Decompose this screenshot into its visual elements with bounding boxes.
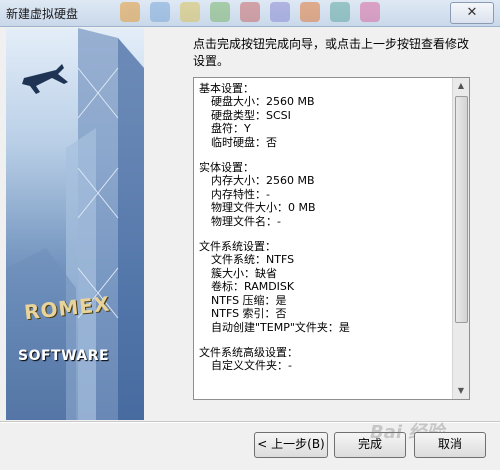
- setting-line: 簇大小：缺省: [211, 266, 277, 280]
- wizard-window: 新建虚拟硬盘 ✕ ROMEX SOFTWARE 点击完成按钮完成向导，或点击上一…: [0, 0, 500, 470]
- setting-line: 物理文件大小：0 MB: [211, 201, 316, 215]
- setting-line: 盘符：Y: [211, 122, 251, 136]
- setting-line: 自动创建"TEMP"文件夹：是: [211, 320, 350, 334]
- wizard-banner-image: ROMEX SOFTWARE: [6, 28, 144, 420]
- instruction-text: 点击完成按钮完成向导，或点击上一步按钮查看修改设置。: [193, 37, 470, 68]
- scroll-down-arrow-icon[interactable]: ▼: [453, 383, 469, 399]
- settings-summary-text: 基本设置： 硬盘大小：2560 MB 硬盘类型：SCSI 盘符：Y 临时硬盘：否…: [199, 82, 449, 373]
- window-title: 新建虚拟硬盘: [6, 7, 79, 21]
- section-title: 文件系统设置：: [199, 240, 276, 254]
- setting-line: 物理文件名：-: [211, 214, 281, 228]
- setting-line: 临时硬盘：否: [211, 135, 277, 149]
- setting-line: 自定义文件夹：-: [211, 359, 292, 373]
- setting-line: 内存特性：-: [211, 187, 270, 201]
- section-title: 基本设置：: [199, 82, 254, 95]
- setting-line: NTFS 索引：否: [211, 307, 287, 321]
- background-taskbar-icons: [120, 2, 420, 22]
- back-button[interactable]: < 上一步(B): [254, 432, 328, 458]
- settings-summary-box[interactable]: 基本设置： 硬盘大小：2560 MB 硬盘类型：SCSI 盘符：Y 临时硬盘：否…: [193, 77, 470, 400]
- setting-line: NTFS 压缩：是: [211, 293, 287, 307]
- software-logo-text: SOFTWARE: [18, 348, 110, 364]
- section-title: 实体设置：: [199, 161, 254, 175]
- vertical-scrollbar[interactable]: ▲ ▼: [452, 78, 469, 399]
- scroll-up-arrow-icon[interactable]: ▲: [453, 78, 469, 94]
- setting-line: 内存大小：2560 MB: [211, 174, 315, 188]
- section-title: 文件系统高级设置：: [199, 345, 298, 359]
- close-button[interactable]: ✕: [450, 2, 494, 24]
- title-bar: 新建虚拟硬盘 ✕: [0, 0, 500, 27]
- setting-line: 卷标：RAMDISK: [211, 280, 295, 294]
- setting-line: 硬盘大小：2560 MB: [211, 95, 315, 109]
- setting-line: 文件系统：NTFS: [211, 253, 295, 267]
- cancel-button[interactable]: 取消: [414, 432, 486, 458]
- setting-line: 硬盘类型：SCSI: [211, 108, 291, 122]
- scrollbar-thumb[interactable]: [455, 96, 468, 323]
